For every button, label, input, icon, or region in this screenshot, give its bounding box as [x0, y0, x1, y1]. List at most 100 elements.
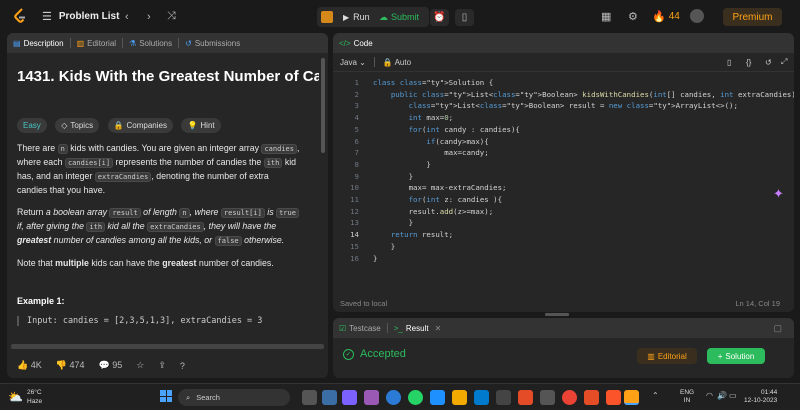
app-icon-3[interactable]	[364, 390, 379, 405]
auto-mode-toggle[interactable]: 🔒 Auto	[383, 58, 411, 67]
solution-button[interactable]: + Solution	[707, 348, 765, 364]
submit-button[interactable]: ☁ Submit	[379, 7, 419, 27]
terminal-icon: >_	[393, 323, 403, 333]
edge-browser-icon[interactable]	[386, 390, 401, 405]
companies-chip[interactable]: 🔒 Companies	[107, 118, 173, 133]
region-code: IN	[683, 397, 691, 404]
widgets-app-icon[interactable]	[322, 390, 337, 405]
language-indicator[interactable]: ENG IN	[680, 389, 694, 405]
brave-icon[interactable]	[606, 390, 621, 405]
leetcode-logo-icon[interactable]	[12, 8, 28, 25]
reset-button[interactable]: ↺	[765, 58, 772, 67]
layout-button[interactable]: ▦	[601, 0, 611, 33]
bookmark-button[interactable]: ▯	[727, 58, 731, 67]
tab-code[interactable]: </> Code	[333, 39, 379, 48]
fullscreen-button[interactable]: ⤢	[781, 57, 787, 67]
volume-icon[interactable]: 🔊	[717, 391, 727, 400]
folder-icon[interactable]	[452, 390, 467, 405]
line-number: 13	[350, 218, 359, 228]
share-button[interactable]: ⇪	[158, 360, 166, 371]
code-text: }	[373, 218, 414, 228]
ai-sparkle-icon[interactable]: ✦	[773, 186, 784, 202]
line-number: 6	[354, 136, 359, 146]
help-button[interactable]: ?	[180, 361, 185, 371]
dislike-button[interactable]: 👎 474	[56, 360, 85, 371]
windows-start-icon[interactable]	[160, 390, 172, 402]
lock-icon: 🔒	[113, 121, 124, 130]
problem-list-button[interactable]: ☰ Problem List	[42, 0, 119, 33]
code-icon: </>	[339, 38, 351, 48]
horizontal-scrollbar[interactable]	[11, 344, 324, 349]
difficulty-badge[interactable]: Easy	[17, 118, 47, 133]
app-icon-9[interactable]	[496, 390, 511, 405]
like-count: 4K	[30, 360, 42, 370]
document-icon: ▤	[13, 38, 21, 48]
weather-icon[interactable]: ⛅	[8, 390, 23, 404]
code-text: max=candy;	[373, 148, 489, 158]
chat-app-icon[interactable]	[342, 390, 357, 405]
vscode-icon[interactable]	[474, 390, 489, 405]
line-number: 2	[354, 89, 359, 99]
wifi-icon[interactable]: ◠	[706, 391, 713, 400]
battery-icon[interactable]: ▭	[729, 391, 737, 400]
panel-resize-handle[interactable]	[545, 313, 569, 316]
random-problem-button[interactable]: ⤨	[167, 0, 176, 33]
problem-list-label: Problem List	[58, 11, 120, 22]
next-problem-button[interactable]: ›	[147, 0, 151, 33]
debug-icon[interactable]	[321, 11, 333, 23]
tab-description[interactable]: ▤ Description	[7, 39, 70, 48]
timer-button[interactable]: ⏰	[430, 9, 449, 26]
editorial-label: Editorial	[657, 351, 687, 361]
taskbar-search[interactable]: ⌕ Search	[178, 389, 290, 406]
hint-chip[interactable]: 💡 Hint	[181, 118, 221, 133]
code-text: for(int z: candies ){	[408, 195, 503, 204]
play-icon: ▶	[343, 12, 350, 22]
tab-testcase[interactable]: ☑ Testcase	[333, 324, 387, 333]
line-number: 11	[350, 195, 359, 204]
code-text: return result;	[390, 230, 454, 240]
topics-label: Topics	[70, 121, 94, 130]
topics-chip[interactable]: ◇ Topics	[55, 118, 100, 133]
tray-chevron-icon[interactable]: ⌃	[652, 391, 659, 400]
prev-problem-button[interactable]: ‹	[125, 0, 129, 33]
result-panel: ☑ Testcase >_ Result ✕ ▢ ✓ Accepted ▥ Editor…	[333, 318, 794, 378]
app-icon-11[interactable]	[540, 390, 555, 405]
whatsapp-icon[interactable]	[408, 390, 423, 405]
problem-title: 1431. Kids With the Greatest Number of C…	[17, 68, 319, 85]
app-icon-10[interactable]	[518, 390, 533, 405]
weather-widget[interactable]: 26°C Haze	[27, 388, 42, 406]
file-explorer-icon[interactable]	[430, 390, 445, 405]
run-button[interactable]: ▶ Run	[343, 7, 370, 27]
comment-count: 95	[112, 360, 123, 370]
expand-result-icon[interactable]: ▢	[773, 323, 782, 334]
favorite-button[interactable]: ☆	[136, 360, 144, 371]
streak-counter[interactable]: 🔥 44	[652, 0, 680, 33]
notes-button[interactable]: ▯	[455, 9, 474, 26]
code-editor[interactable]: 1 class class="ty">Solution {2 public cla…	[333, 78, 794, 298]
run-label: Run	[353, 12, 370, 22]
tab-solutions[interactable]: ⚗ Solutions	[123, 39, 178, 48]
close-icon[interactable]: ✕	[435, 324, 442, 333]
comments-button[interactable]: 💬 95	[99, 360, 123, 371]
chevron-down-icon: ⌄	[359, 57, 366, 67]
editorial-button[interactable]: ▥ Editorial	[637, 348, 697, 364]
tab-submissions[interactable]: ↺ Submissions	[179, 39, 246, 48]
tab-result[interactable]: >_ Result ✕	[388, 324, 448, 333]
app-icon-13[interactable]	[584, 390, 599, 405]
premium-label: Premium	[732, 11, 773, 23]
line-number: 16	[350, 253, 359, 263]
windows-taskbar: ⛅ 26°C Haze ⌕ Search ⌃ ENG IN ◠ 🔊 ▭ 01:44…	[0, 383, 800, 410]
clock[interactable]: 01:44 12-10-2023	[744, 389, 777, 405]
format-button[interactable]: {}	[746, 58, 751, 67]
premium-button[interactable]: Premium	[723, 8, 782, 26]
tab-editorial[interactable]: ▥ Editorial	[71, 39, 122, 48]
settings-button[interactable]: ⚙	[628, 0, 638, 33]
description-scrollbar[interactable]	[321, 58, 325, 153]
task-view-icon[interactable]	[302, 390, 317, 405]
chrome-icon[interactable]	[562, 390, 577, 405]
leetcode-app-icon[interactable]	[624, 390, 639, 405]
language-select[interactable]: Java ⌄	[340, 58, 366, 67]
code-line[interactable]: 16}	[333, 254, 794, 267]
like-button[interactable]: 👍 4K	[17, 360, 42, 371]
avatar[interactable]	[690, 9, 704, 23]
